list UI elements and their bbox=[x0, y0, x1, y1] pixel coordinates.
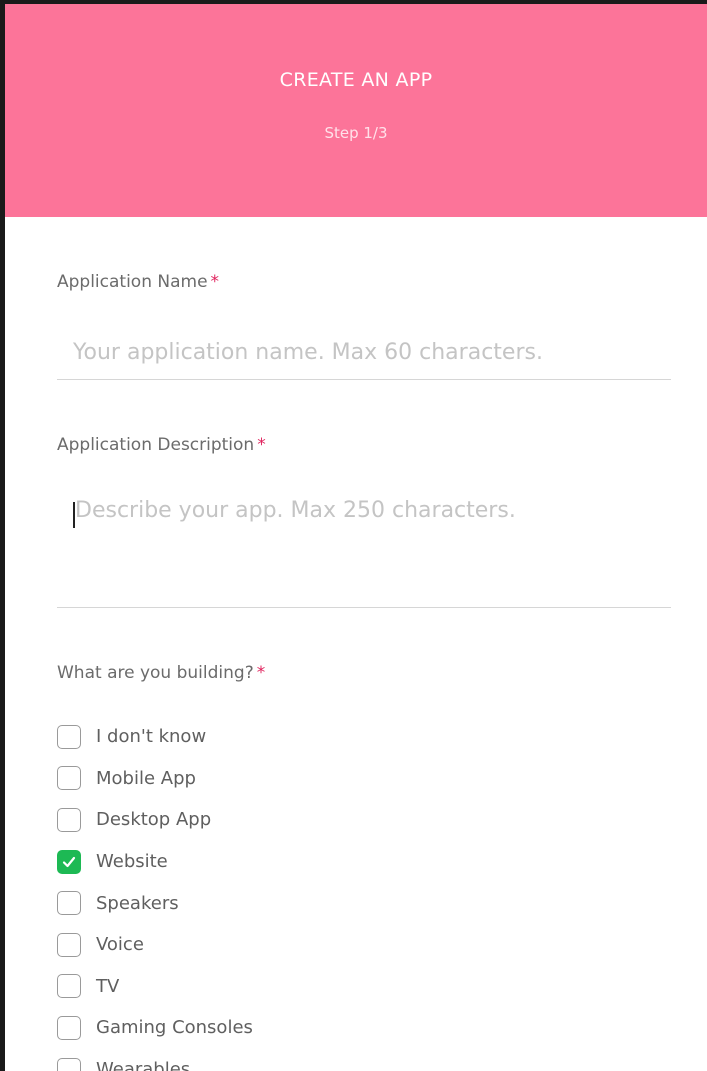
checkbox-option-speakers[interactable]: Speakers bbox=[57, 882, 253, 924]
checkbox-option-wearables[interactable]: Wearables bbox=[57, 1049, 253, 1071]
checkbox-label: Speakers bbox=[96, 892, 179, 914]
checkbox-label: Desktop App bbox=[96, 809, 212, 831]
app-window: CREATE AN APP Step 1/3 Application Name *… bbox=[0, 0, 707, 1071]
checkbox[interactable] bbox=[57, 932, 81, 957]
checkbox[interactable] bbox=[57, 1015, 81, 1040]
create-app-header: CREATE AN APP Step 1/3 bbox=[5, 4, 707, 217]
checkbox-option-desktop-app[interactable]: Desktop App bbox=[57, 799, 253, 841]
checkbox-option-mobile-app[interactable]: Mobile App bbox=[57, 758, 253, 800]
checkbox-option-voice[interactable]: Voice bbox=[57, 924, 253, 966]
building-question-label-text: What are you building? bbox=[57, 663, 254, 683]
application-name-label-text: Application Name bbox=[57, 272, 208, 292]
checkbox-option-tv[interactable]: TV bbox=[57, 966, 253, 1008]
checkbox-label: Wearables bbox=[96, 1059, 191, 1071]
checkbox-label: I don't know bbox=[96, 726, 207, 748]
checkmark-icon bbox=[62, 856, 76, 867]
checkbox[interactable] bbox=[57, 849, 81, 874]
checkbox-label: Mobile App bbox=[96, 767, 196, 789]
required-asterisk: * bbox=[257, 435, 266, 455]
application-description-input[interactable] bbox=[57, 486, 671, 608]
checkbox[interactable] bbox=[57, 1057, 81, 1071]
checkbox-option-gaming-consoles[interactable]: Gaming Consoles bbox=[57, 1007, 253, 1049]
checkbox[interactable] bbox=[57, 974, 81, 999]
checkbox-label: Voice bbox=[96, 934, 144, 956]
checkbox-option-website[interactable]: Website bbox=[57, 841, 253, 883]
page-title: CREATE AN APP bbox=[279, 69, 433, 91]
application-description-label: Application Description * bbox=[57, 435, 266, 455]
checkbox-label: TV bbox=[96, 975, 120, 997]
text-caret bbox=[73, 502, 75, 528]
checkbox-label: Gaming Consoles bbox=[96, 1017, 253, 1039]
checkbox[interactable] bbox=[57, 766, 81, 791]
building-question-label: What are you building? * bbox=[57, 663, 265, 683]
application-name-input[interactable] bbox=[57, 326, 671, 380]
platform-checkbox-list: I don't know Mobile App Desktop App Website… bbox=[57, 716, 253, 1071]
checkbox-label: Website bbox=[96, 851, 168, 873]
required-asterisk: * bbox=[256, 663, 266, 683]
required-asterisk: * bbox=[210, 272, 220, 292]
checkbox[interactable] bbox=[57, 807, 81, 832]
checkbox-option-i-don-t-know[interactable]: I don't know bbox=[57, 716, 253, 758]
application-name-label: Application Name * bbox=[57, 272, 219, 292]
step-indicator: Step 1/3 bbox=[324, 124, 388, 142]
application-description-label-text: Application Description bbox=[57, 435, 255, 455]
checkbox[interactable] bbox=[57, 724, 81, 749]
checkbox[interactable] bbox=[57, 891, 81, 916]
